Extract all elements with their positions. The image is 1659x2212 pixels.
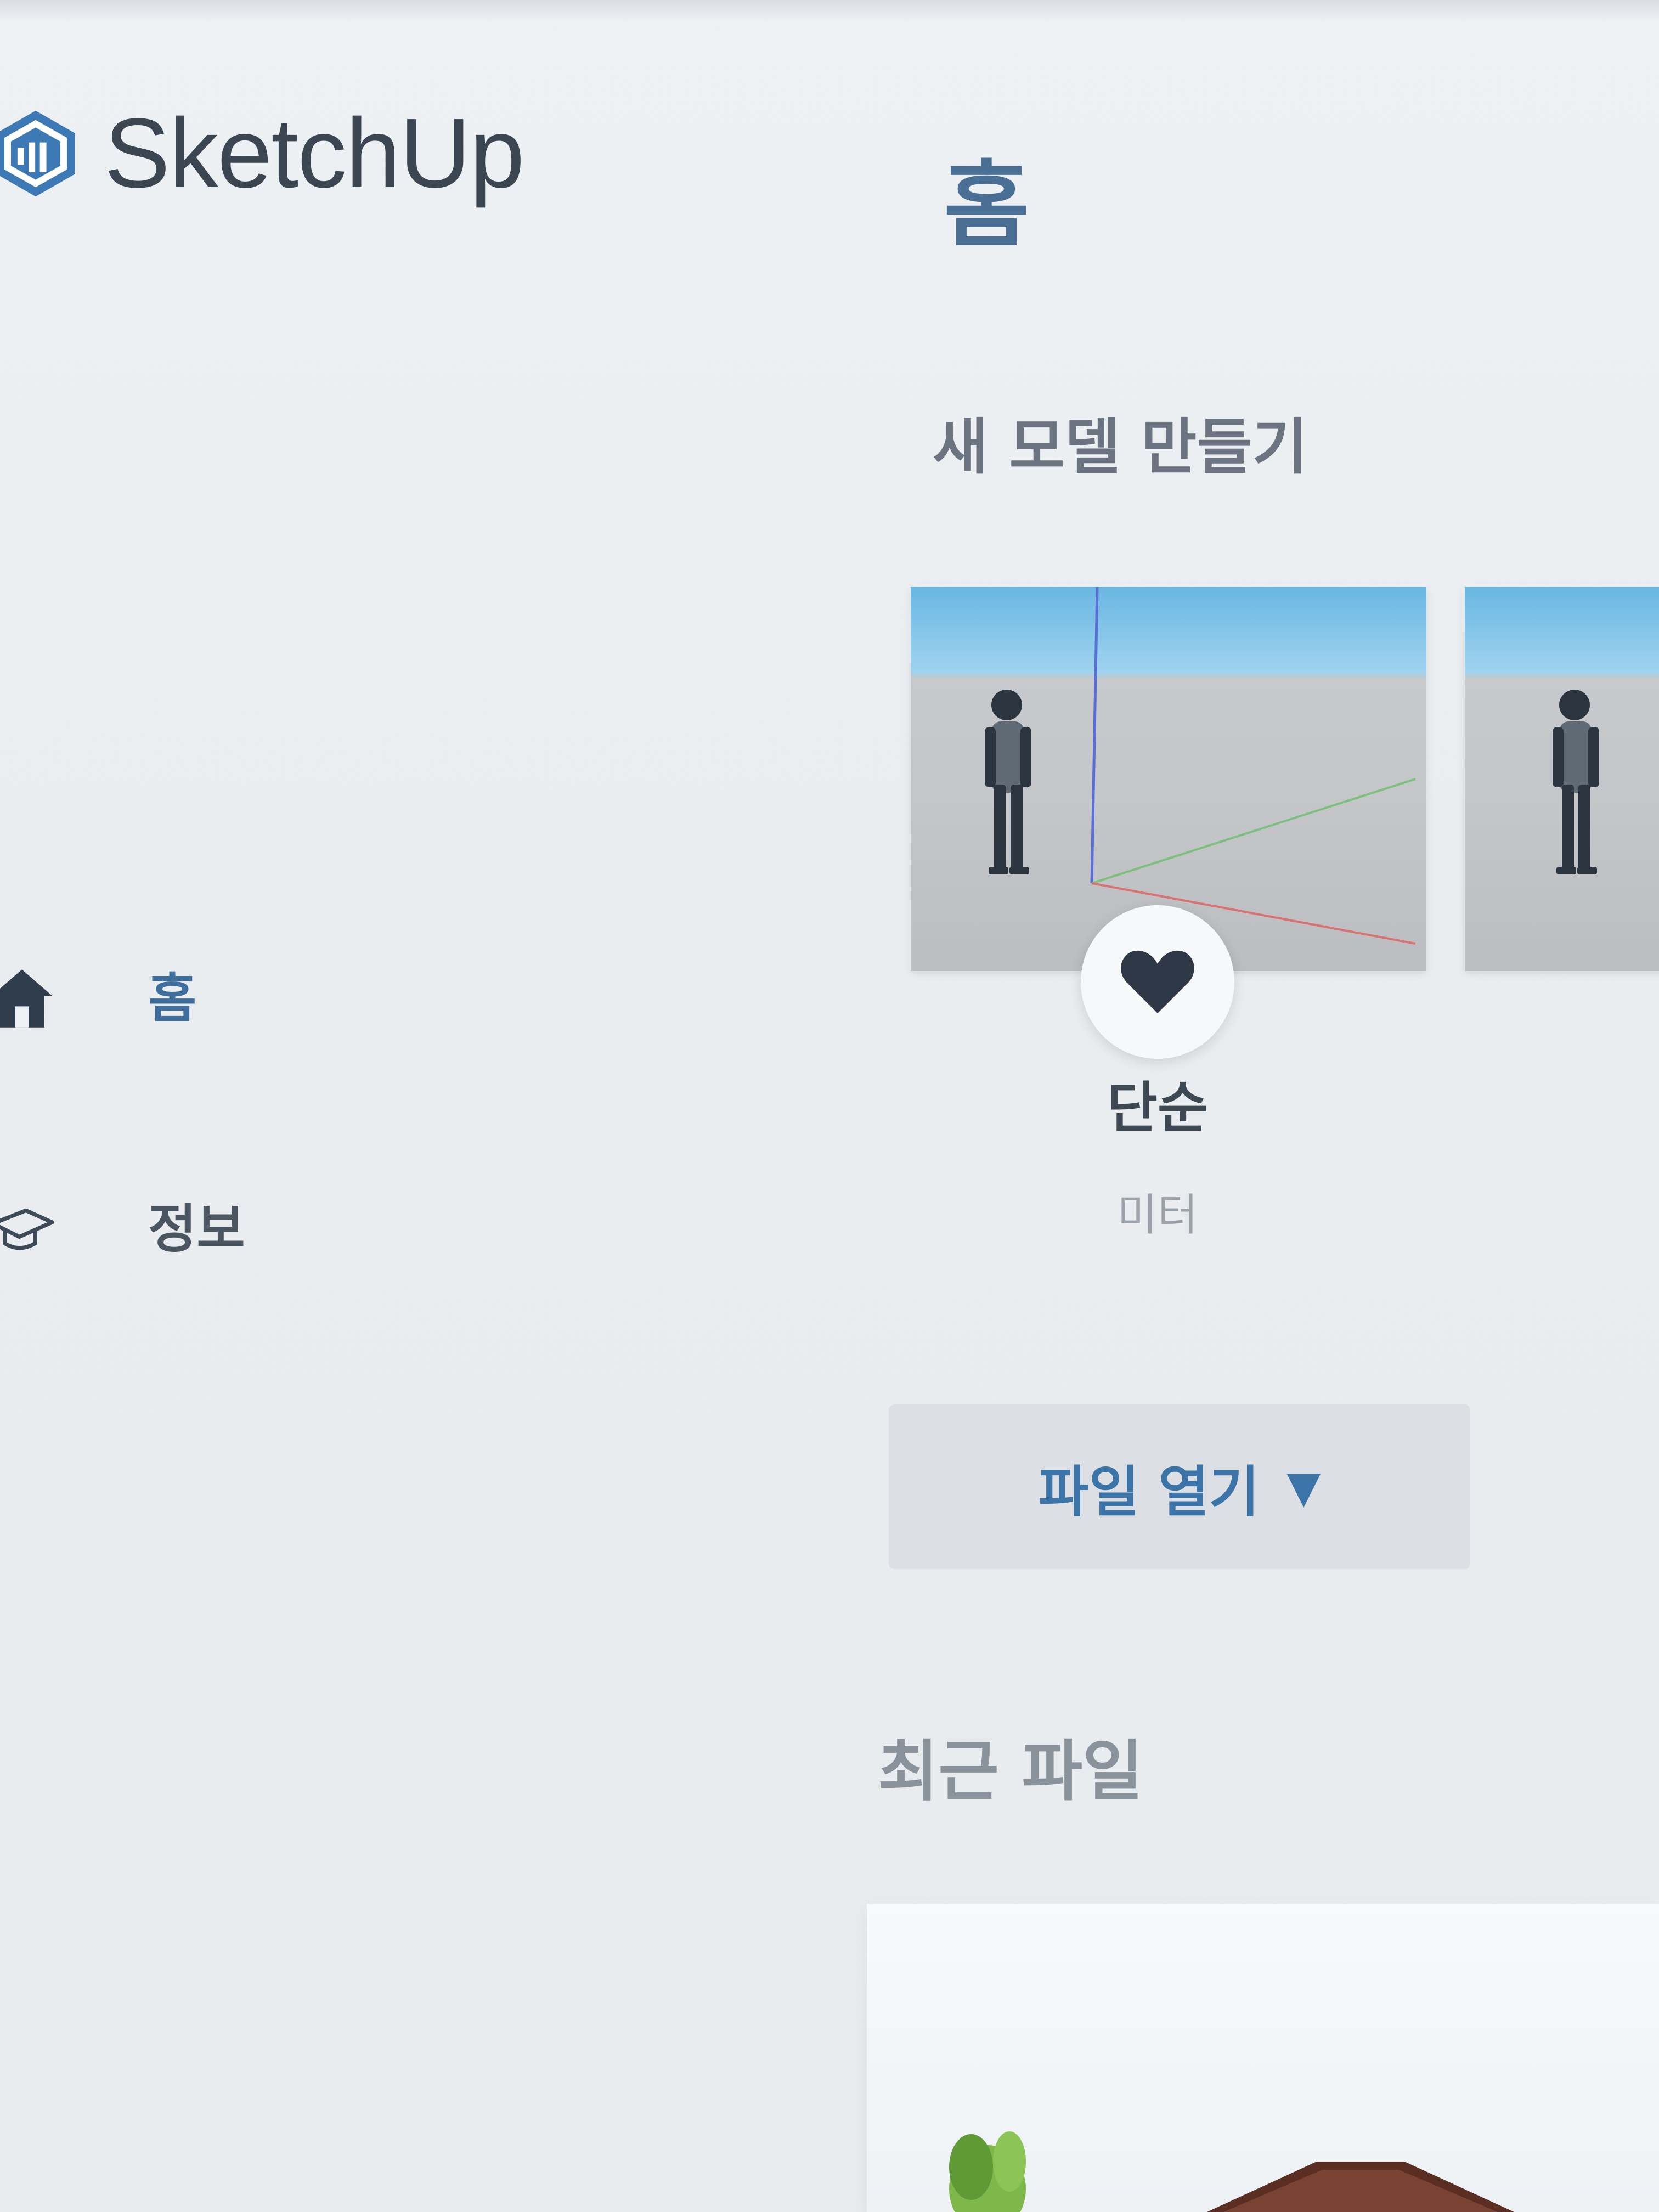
sidebar-item-info[interactable]: 정보	[0, 1196, 245, 1262]
open-file-button[interactable]: 파일 열기 ▼	[889, 1404, 1470, 1569]
sidebar-item-label: 홈	[148, 968, 197, 1029]
template-card[interactable]	[1465, 587, 1659, 971]
person-figure-icon	[985, 690, 1031, 874]
favorite-button[interactable]	[1081, 905, 1234, 1059]
main-content: 홈 새 모델 만들기 단순 미터 파일 열기 ▼ 최근 파일	[823, 0, 1659, 2212]
recent-file-card[interactable]	[867, 1904, 1659, 2212]
sketchup-logo-icon	[0, 110, 75, 197]
sidebar-item-home[interactable]: 홈	[0, 966, 196, 1031]
template-unit: 미터	[1117, 1189, 1198, 1240]
new-model-heading: 새 모델 만들기	[933, 412, 1308, 482]
house-roof-icon	[1207, 2162, 1514, 2212]
sidebar-item-label: 정보	[148, 1198, 245, 1260]
brand: SketchUp	[0, 98, 524, 208]
sidebar: SketchUp 홈 정보	[0, 0, 823, 2212]
house-icon	[0, 969, 53, 1028]
template-thumbnail	[1465, 587, 1659, 971]
tree-icon	[949, 2131, 1026, 2212]
caret-down-icon: ▼	[1286, 1461, 1321, 1513]
recent-file-thumbnail	[949, 2131, 1514, 2212]
graduation-cap-icon	[0, 1208, 54, 1250]
template-name: 단순	[1107, 1076, 1208, 1140]
open-file-label: 파일 열기	[1038, 1459, 1260, 1524]
person-figure-icon	[1553, 690, 1599, 874]
page-title: 홈	[944, 151, 1030, 260]
brand-name: SketchUp	[104, 98, 524, 208]
heart-icon	[1121, 950, 1194, 1013]
recent-files-heading: 최근 파일	[878, 1734, 1143, 1810]
